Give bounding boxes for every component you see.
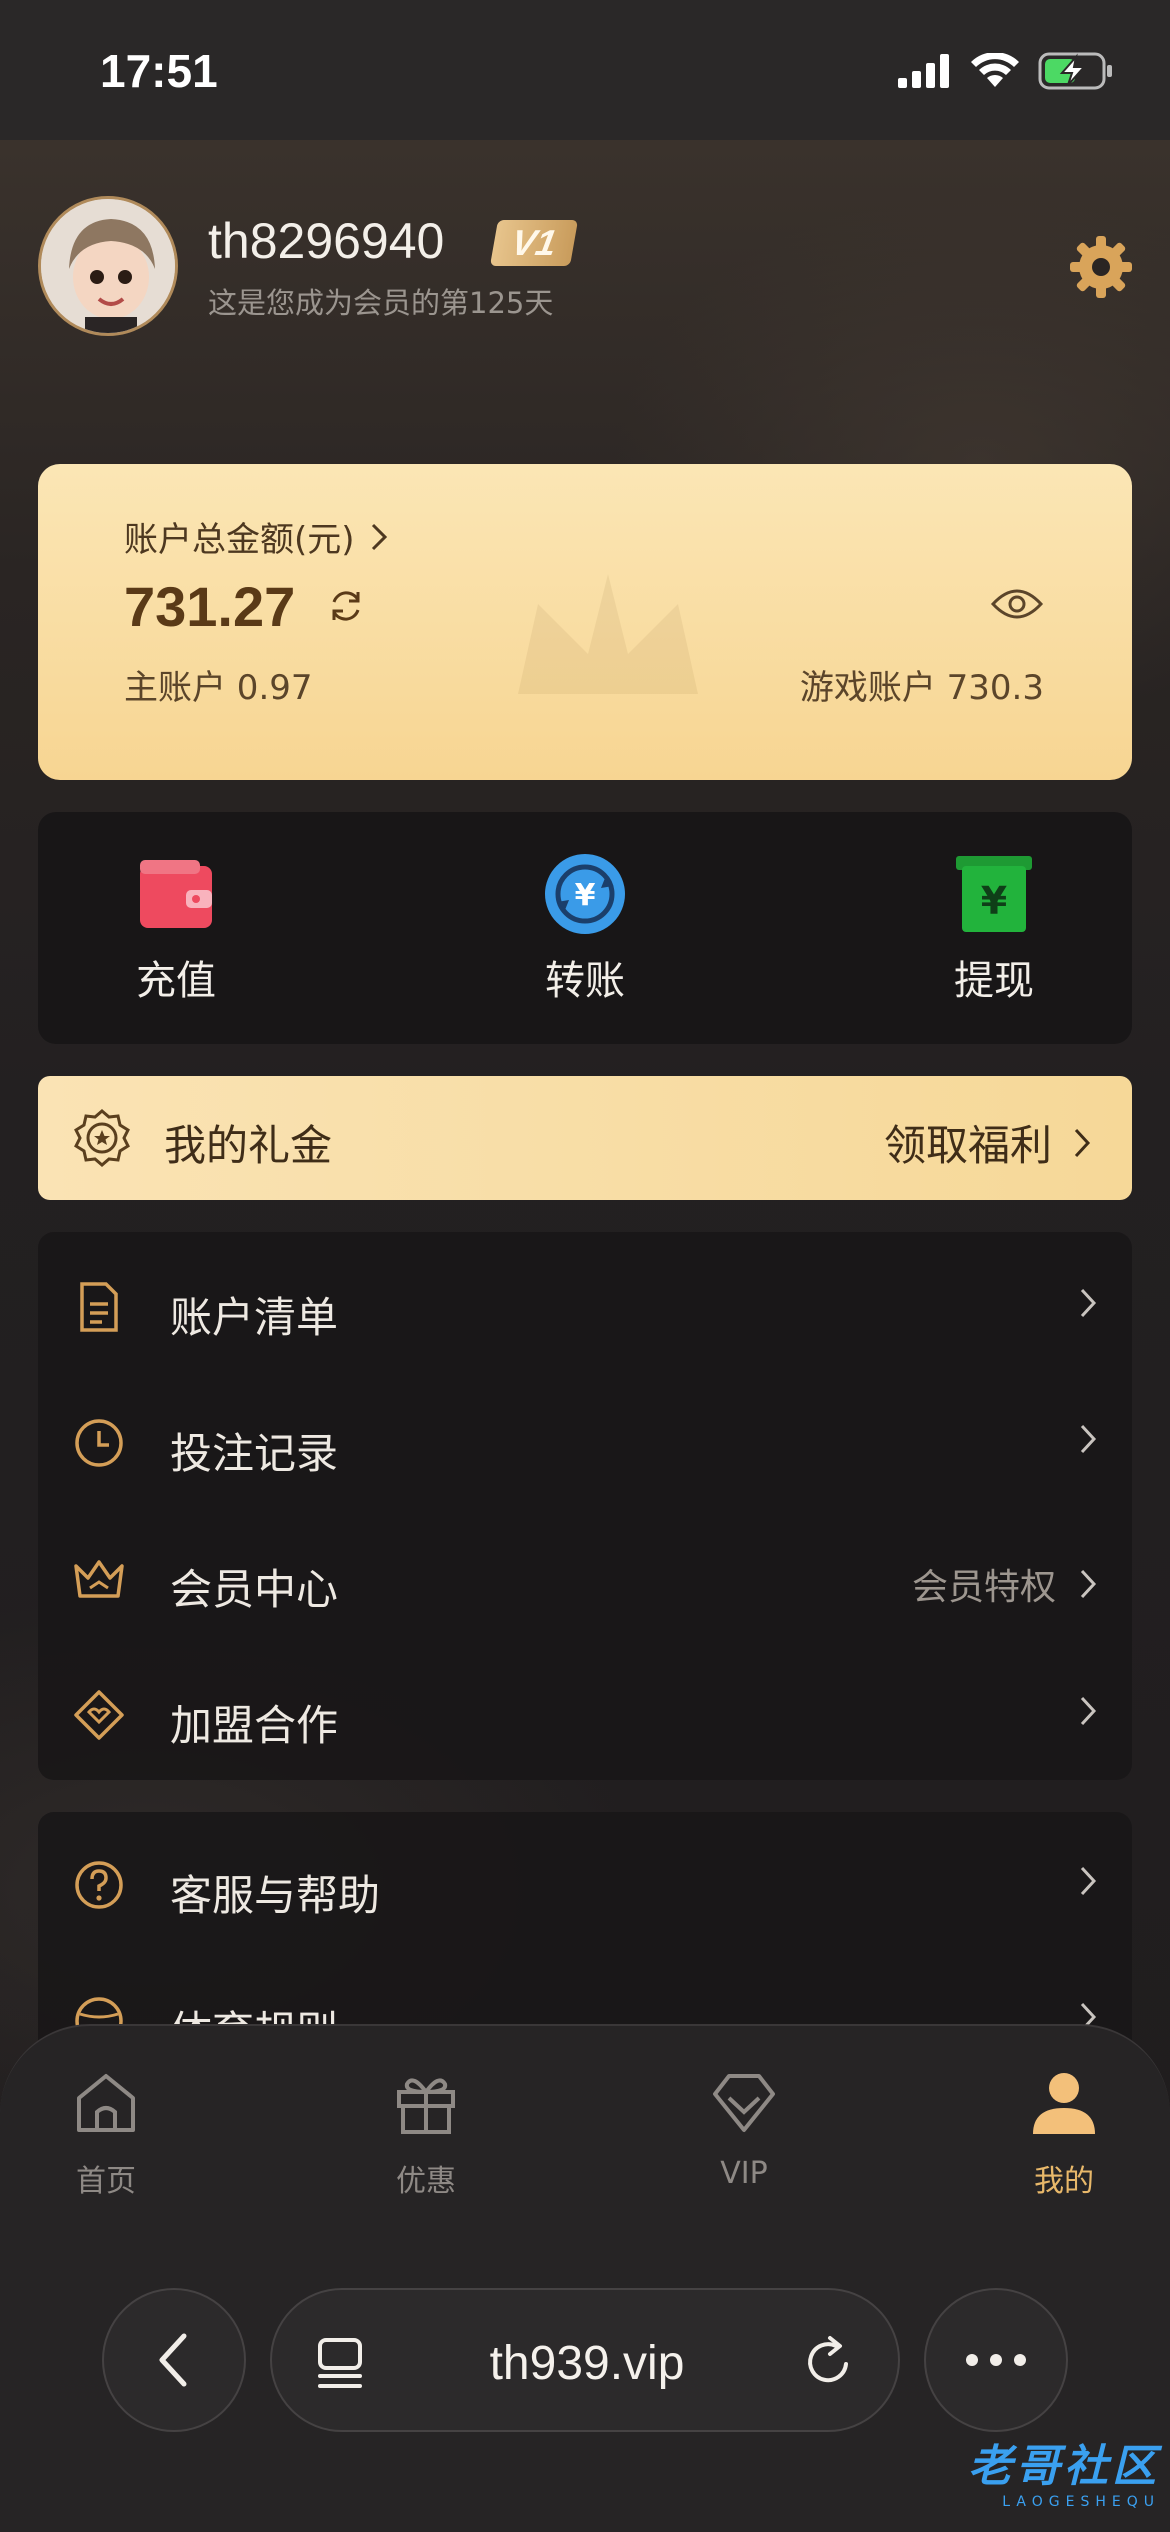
- quick-actions: 充值 ¥ 转账 ¥ 提现: [38, 812, 1132, 1044]
- deposit-label: 充值: [136, 958, 216, 1004]
- diamond-icon: [74, 1690, 124, 1740]
- withdraw-icon: ¥: [956, 856, 1032, 932]
- status-bar: 17:51: [0, 0, 1170, 140]
- menu-right: [1078, 1864, 1098, 1898]
- clock-icon: [75, 1419, 123, 1467]
- menu-label: 会员中心: [170, 1565, 339, 1614]
- browser-more-button[interactable]: [924, 2288, 1068, 2432]
- svg-text:¥: ¥: [981, 879, 1007, 923]
- status-icons: [898, 52, 1114, 90]
- home-icon: [77, 2074, 135, 2132]
- tab-home[interactable]: 首页: [26, 2068, 186, 2228]
- menu-item-customer-service[interactable]: 客服与帮助: [38, 1816, 1132, 1952]
- main-account-balance: 主账户 0.97: [124, 668, 313, 708]
- watermark-title: 老哥社区: [968, 2441, 1160, 2492]
- help-icon: [75, 1861, 123, 1909]
- claim-benefits-label: 领取福利: [883, 1121, 1052, 1170]
- tab-label: 优惠: [396, 2164, 456, 2199]
- game-account-balance: 游戏账户 730.3: [799, 668, 1044, 708]
- transfer-button[interactable]: ¥ 转账: [475, 812, 695, 1044]
- menu-right: 会员特权: [912, 1558, 1098, 1610]
- deposit-button[interactable]: 充值: [66, 812, 286, 1044]
- more-dots-icon: [966, 2354, 1026, 2366]
- browser-back-button[interactable]: [102, 2288, 246, 2432]
- browser-url-bar[interactable]: th939.vip: [270, 2288, 900, 2432]
- document-icon: [80, 1282, 118, 1332]
- withdraw-button[interactable]: ¥ 提现: [884, 812, 1104, 1044]
- balance-card: 账户总金额(元) 731.27 主账户 0.97 游戏账户 730.3: [38, 464, 1132, 780]
- avatar-image: [41, 199, 175, 333]
- crown-watermark-icon: [518, 574, 698, 694]
- chevron-left-icon: [159, 2333, 187, 2387]
- chevron-right-icon: [1074, 1128, 1091, 1157]
- menu-label: 客服与帮助: [170, 1871, 381, 1920]
- crown-icon: [74, 1560, 124, 1598]
- menu-item-bet-records[interactable]: 投注记录: [38, 1374, 1132, 1510]
- gift-label: 我的礼金: [164, 1121, 333, 1170]
- menu-group-account: 账户清单 投注记录 会员中心 会员特权 加盟合作: [38, 1232, 1132, 1780]
- menu-item-franchise[interactable]: 加盟合作: [38, 1646, 1132, 1782]
- chevron-right-icon: [1080, 1866, 1097, 1896]
- chevron-right-icon: [1080, 1424, 1097, 1454]
- balance-title: 账户总金额(元): [124, 520, 355, 560]
- withdraw-label: 提现: [954, 958, 1034, 1004]
- tab-label: 首页: [76, 2164, 136, 2199]
- tab-label: VIP: [720, 2156, 768, 2191]
- member-privileges-text: 会员特权: [911, 1567, 1056, 1608]
- badge-star-icon: [74, 1109, 130, 1167]
- battery-icon: [1038, 52, 1112, 90]
- balance-amount: 731.27: [124, 575, 296, 638]
- chevron-right-icon: [371, 523, 387, 550]
- menu-right: [1078, 1694, 1098, 1728]
- balance-title-link[interactable]: 账户总金额(元): [124, 512, 389, 561]
- menu-label: 账户清单: [170, 1293, 339, 1342]
- tab-promotions[interactable]: 优惠: [346, 2068, 506, 2228]
- reload-icon[interactable]: [802, 2334, 856, 2390]
- signal-icon: [898, 54, 949, 88]
- tab-vip[interactable]: VIP: [664, 2068, 824, 2228]
- menu-right: [1078, 1286, 1098, 1320]
- watermark-logo: 老哥社区 LAOGESHEQU: [910, 2420, 1160, 2520]
- member-days-text: 这是您成为会员的第125天: [208, 286, 554, 320]
- status-time: 17:51: [100, 45, 218, 97]
- avatar[interactable]: [38, 196, 178, 336]
- gift-bar[interactable]: 我的礼金 领取福利: [38, 1076, 1132, 1200]
- menu-label: 投注记录: [170, 1429, 339, 1478]
- transfer-icon: ¥: [545, 854, 625, 934]
- user-icon: [1033, 2073, 1095, 2134]
- menu-item-member-center[interactable]: 会员中心 会员特权: [38, 1510, 1132, 1646]
- svg-text:¥: ¥: [575, 878, 596, 913]
- refresh-icon[interactable]: [326, 586, 366, 626]
- vip-diamond-icon: [713, 2074, 775, 2132]
- claim-benefits-link[interactable]: 领取福利: [884, 1112, 1092, 1173]
- chevron-right-icon: [1080, 1696, 1097, 1726]
- menu-label: 加盟合作: [170, 1701, 339, 1750]
- chevron-right-icon: [1080, 1569, 1097, 1599]
- menu-right: [1078, 1422, 1098, 1456]
- wallet-icon: [140, 860, 212, 928]
- wifi-icon: [971, 53, 1019, 87]
- vip-level-badge: V1: [489, 220, 579, 266]
- menu-item-account-statement[interactable]: 账户清单: [38, 1238, 1132, 1374]
- eye-icon[interactable]: [990, 584, 1044, 624]
- gear-icon[interactable]: [1068, 234, 1134, 300]
- chevron-right-icon: [1080, 1288, 1097, 1318]
- transfer-label: 转账: [545, 958, 625, 1004]
- tab-mine[interactable]: 我的: [984, 2068, 1144, 2228]
- gift-icon: [397, 2078, 455, 2134]
- watermark-subtitle: LAOGESHEQU: [1002, 2494, 1160, 2510]
- tab-label: 我的: [1034, 2164, 1094, 2199]
- username: th8296940: [208, 213, 445, 269]
